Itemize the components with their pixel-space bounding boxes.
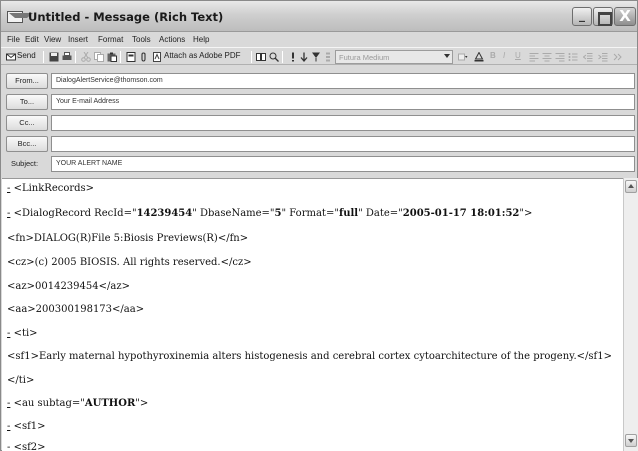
message-window: Untitled - Message (Rich Text) _ X File …: [0, 0, 638, 451]
toolbar-overflow-icon[interactable]: [613, 52, 623, 62]
formatting-toolbar: Send Attach as Adobe PDF Futura Medium B…: [1, 47, 637, 65]
menu-edit[interactable]: Edit: [25, 35, 39, 44]
body-line: - <ti>: [7, 328, 38, 339]
toolbar-separator: [75, 51, 76, 63]
align-center-icon[interactable]: [542, 52, 552, 62]
toolbar-separator: [120, 51, 121, 63]
message-body[interactable]: - <LinkRecords> - <DialogRecord RecId="1…: [2, 178, 623, 451]
options-icon[interactable]: [269, 52, 279, 62]
low-importance-icon[interactable]: [299, 52, 309, 62]
body-line: <fn>DIALOG(R)File 5:Biosis Previews(R)</…: [7, 233, 249, 244]
body-line: <az>0014239454</az>: [7, 281, 130, 292]
toolbar-separator: [282, 51, 283, 63]
window-title: Untitled - Message (Rich Text): [28, 10, 224, 24]
style-icon[interactable]: [323, 52, 333, 62]
to-field[interactable]: Your E-mail Address: [51, 94, 635, 110]
menu-format[interactable]: Format: [98, 35, 123, 44]
flag-icon[interactable]: [311, 52, 321, 62]
chevron-down-icon: [444, 54, 450, 58]
toolbar-separator: [43, 51, 44, 63]
align-left-icon[interactable]: [529, 52, 539, 62]
subject-label: Subject:: [11, 159, 39, 168]
attach-file-icon[interactable]: [139, 52, 149, 62]
toolbar-separator: [251, 51, 252, 63]
print-icon[interactable]: [62, 52, 72, 62]
check-names-icon[interactable]: [256, 52, 266, 62]
body-line: - <DialogRecord RecId="14239454" DbaseNa…: [7, 208, 533, 219]
envelope-icon: [7, 11, 33, 23]
subject-field[interactable]: YOUR ALERT NAME: [51, 156, 635, 172]
body-line: - <au subtag="AUTHOR">: [7, 398, 149, 409]
menu-actions[interactable]: Actions: [159, 35, 185, 44]
menu-insert[interactable]: Insert: [68, 35, 88, 44]
high-importance-icon[interactable]: [288, 52, 298, 62]
minimize-button[interactable]: _: [572, 7, 592, 26]
cc-field[interactable]: [51, 115, 635, 131]
scroll-down-button[interactable]: [625, 434, 637, 447]
to-button[interactable]: To...: [6, 94, 48, 110]
bold-button[interactable]: B: [490, 51, 496, 63]
menu-help[interactable]: Help: [193, 35, 209, 44]
menu-view[interactable]: View: [44, 35, 61, 44]
font-color-icon[interactable]: [474, 52, 484, 62]
scroll-up-button[interactable]: [625, 180, 637, 193]
body-line: - <sf1>: [7, 421, 46, 432]
attach-as-adobe-pdf-button[interactable]: Attach as Adobe PDF: [164, 51, 241, 63]
bullets-icon[interactable]: [568, 52, 578, 62]
increase-indent-icon[interactable]: [598, 52, 608, 62]
font-size-dropdown-icon[interactable]: [458, 52, 468, 62]
body-line: </ti>: [7, 375, 35, 386]
body-line: <sf1>Early maternal hypothyroxinemia alt…: [7, 351, 612, 362]
from-field[interactable]: DialogAlertService@thomson.com: [51, 73, 635, 89]
underline-button[interactable]: U: [515, 51, 521, 63]
menu-tools[interactable]: Tools: [132, 35, 151, 44]
font-name-dropdown[interactable]: Futura Medium: [335, 50, 453, 64]
body-line: - <LinkRecords>: [7, 183, 95, 194]
paste-icon[interactable]: [107, 52, 117, 62]
send-button[interactable]: Send: [17, 51, 36, 63]
vertical-scrollbar[interactable]: [623, 178, 638, 451]
menu-file[interactable]: File: [7, 35, 20, 44]
body-line: - <sf2>: [7, 442, 46, 451]
cut-icon[interactable]: [81, 52, 91, 62]
adobe-pdf-icon: [153, 52, 161, 62]
save-icon[interactable]: [49, 52, 59, 62]
title-bar[interactable]: Untitled - Message (Rich Text) _ X: [1, 1, 637, 32]
menu-bar: File Edit View Insert Format Tools Actio…: [1, 33, 637, 47]
bcc-field[interactable]: [51, 136, 635, 152]
send-icon: [6, 53, 16, 61]
font-name-value: Futura Medium: [339, 53, 390, 62]
from-button[interactable]: From...: [6, 73, 48, 89]
close-button[interactable]: X: [614, 7, 636, 26]
decrease-indent-icon[interactable]: [583, 52, 593, 62]
copy-icon[interactable]: [94, 52, 104, 62]
align-right-icon[interactable]: [555, 52, 565, 62]
bcc-button[interactable]: Bcc...: [6, 136, 48, 152]
body-line: <cz>(c) 2005 BIOSIS. All rights reserved…: [7, 257, 252, 268]
italic-button[interactable]: I: [503, 51, 505, 63]
address-book-icon[interactable]: [126, 52, 136, 62]
maximize-button[interactable]: [593, 7, 613, 26]
cc-button[interactable]: Cc...: [6, 115, 48, 131]
body-line: <aa>200300198173</aa>: [7, 304, 145, 315]
